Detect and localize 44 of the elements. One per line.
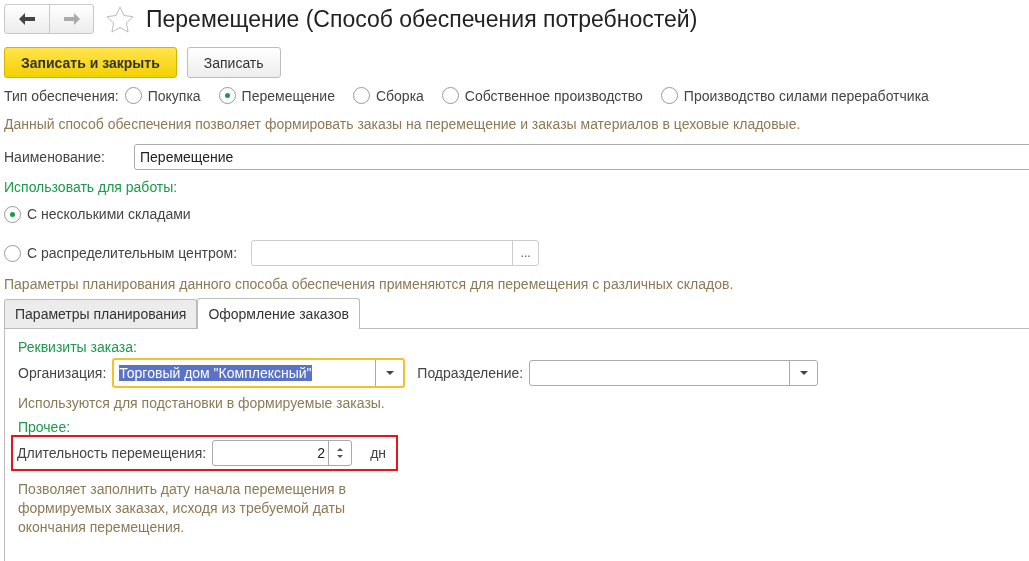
duration-note: Позволяет заполнить дату начала перемещения в формируемых заказах, исходя из требуемой даты окончания перемещения. <box>18 480 348 537</box>
organization-field[interactable]: Торговый дом "Комплексный" <box>112 358 406 388</box>
caret-icon <box>385 371 394 375</box>
name-field[interactable]: Перемещение <box>134 144 1029 170</box>
radio-button[interactable] <box>352 87 370 104</box>
radio-button[interactable] <box>124 87 142 104</box>
tab[interactable]: Параметры планирования <box>4 299 198 328</box>
department-label: Подразделение: <box>417 365 524 381</box>
radio-button[interactable] <box>441 87 459 104</box>
distribution-center-field[interactable]: ... <box>251 240 540 266</box>
supply-type-label: Тип обеспечения: <box>4 87 119 104</box>
supply-note: Данный способ обеспечения позволяет формировать заказы на перемещение и заказы материалов в цеховые кладовые. <box>4 116 802 132</box>
radio-button[interactable] <box>660 87 678 104</box>
radio-label: Производство силами переработчика <box>683 87 929 104</box>
radio-label: Собственное производство <box>464 87 643 104</box>
department-field[interactable] <box>529 360 819 386</box>
usage-heading: Использовать для работы: <box>4 179 179 195</box>
arrow-left-icon <box>19 13 35 25</box>
window-title: Перемещение (Способ обеспечения потребностей) <box>146 5 698 33</box>
duration-label: Длительность перемещения: <box>17 445 207 461</box>
unit-label: дн <box>370 445 387 461</box>
radio-label: Покупка <box>147 87 201 104</box>
save-button[interactable]: Записать <box>186 47 281 78</box>
radio-label: Перемещение <box>241 87 335 104</box>
duration-value: 2 <box>317 445 326 461</box>
duration-field[interactable]: 2 <box>212 440 353 466</box>
radio-button[interactable] <box>218 87 236 104</box>
order-details-note: Используются для подстановки в формируемые заказы. <box>18 395 386 411</box>
save-and-close-button[interactable]: Записать и закрыть <box>4 47 177 78</box>
select-button[interactable]: ... <box>512 241 539 265</box>
order-details-heading: Реквизиты заказа: <box>18 339 138 355</box>
radio-label: С распределительным центром: <box>27 245 238 261</box>
star-icon[interactable] <box>106 5 134 33</box>
name-label: Наименование: <box>4 149 106 165</box>
radio-label: С несколькими складами <box>27 206 191 222</box>
radio-label: Сборка <box>375 87 424 104</box>
radio-button[interactable] <box>4 244 21 262</box>
other-heading: Прочее: <box>18 419 72 435</box>
arrow-right-icon <box>63 13 80 25</box>
tab[interactable]: Оформление заказов <box>197 298 360 329</box>
caret-icon <box>799 371 808 375</box>
planning-note: Параметры планирования данного способа обеспечения применяются для перемещения с различных складов. <box>4 276 735 292</box>
organization-label: Организация: <box>18 365 107 381</box>
radio-button[interactable] <box>4 205 21 223</box>
